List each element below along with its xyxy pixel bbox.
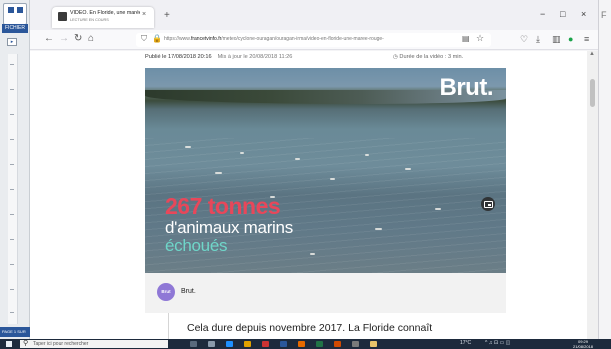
scroll-thumb[interactable] — [590, 79, 595, 107]
tab-active[interactable]: VIDEO. En Floride, une marée LECTURE EN … — [52, 7, 154, 28]
excel-icon[interactable] — [316, 341, 323, 347]
article-paragraph: Cela dure depuis novembre 2017. La Flori… — [187, 322, 433, 334]
dead-fish-mark — [375, 228, 382, 230]
word-icon[interactable] — [280, 341, 287, 347]
brut-logo: Brut. — [439, 74, 494, 101]
tab-playing-label: LECTURE EN COURS — [70, 18, 109, 22]
address-bar[interactable]: ⛉ 🔒 https://www.francetvinfo.fr/meteo/cy… — [136, 33, 491, 47]
extension-icon[interactable]: ● — [568, 33, 573, 45]
tab-close-icon[interactable]: × — [142, 11, 146, 18]
powerpoint-icon[interactable] — [334, 341, 341, 347]
taskbar: ⚲ Taper ici pour rechercher 17°C ^ ♫ ⊡ ▭… — [0, 339, 611, 349]
navigation-pane-icon[interactable]: ▸ — [7, 38, 17, 46]
home-button[interactable]: ⌂ — [88, 33, 94, 45]
video-player[interactable]: Brut. 267 tonnes d'animaux marins échoué… — [145, 68, 506, 273]
dead-fish-mark — [215, 172, 222, 174]
tab-favicon-icon — [58, 12, 67, 21]
publish-date: Publié le 17/08/2018 20:16 Mis à jour le … — [145, 54, 293, 60]
navigation-toolbar: ← → ↻ ⌂ ⛉ 🔒 https://www.francetvinfo.fr/… — [30, 30, 598, 50]
close-window-button[interactable]: × — [581, 9, 586, 19]
library-icon[interactable]: ▥ — [552, 33, 561, 45]
folder-icon[interactable] — [244, 341, 251, 347]
screen: FICHIER ▸ PAGE 1 SUR VIDEO. En Floride, … — [0, 0, 611, 349]
dead-fish-mark — [330, 178, 335, 180]
dead-fish-mark — [185, 146, 191, 148]
dead-fish-mark — [405, 168, 411, 170]
vertical-ruler — [8, 54, 18, 324]
weather-widget[interactable]: 17°C — [460, 340, 471, 346]
page-status: PAGE 1 SUR — [0, 327, 30, 337]
reload-button[interactable]: ↻ — [74, 33, 82, 45]
caption-highlight: échoués — [165, 236, 228, 255]
url-text[interactable]: https://www.francetvinfo.fr/meteo/cyclon… — [164, 36, 454, 42]
video-duration: ◷ Durée de la vidéo : 3 min. — [393, 54, 464, 60]
lock-icon[interactable]: 🔒 — [152, 34, 162, 43]
taskbar-clock[interactable]: 09:29 21/08/2018 — [573, 339, 593, 349]
dead-fish-mark — [295, 158, 300, 160]
caption-line: d'animaux marins — [165, 218, 293, 237]
pocket-icon[interactable]: ♡ — [520, 33, 528, 45]
dead-fish-mark — [435, 208, 441, 210]
app-icon[interactable] — [352, 341, 359, 347]
download-icon[interactable]: ⤓ — [536, 33, 540, 45]
avatar[interactable]: Brut — [157, 283, 175, 301]
windows-start-icon[interactable] — [6, 341, 12, 347]
back-button[interactable]: ← — [44, 33, 54, 45]
tab-bar: VIDEO. En Floride, une marée LECTURE EN … — [30, 0, 598, 30]
dead-fish-mark — [310, 253, 315, 255]
maximize-button[interactable]: □ — [560, 9, 565, 19]
bookmark-star-icon[interactable]: ☆ — [476, 33, 484, 44]
browser-window: VIDEO. En Floride, une marée LECTURE EN … — [30, 0, 598, 339]
source-name[interactable]: Brut. — [181, 288, 196, 295]
tab-title: VIDEO. En Floride, une marée — [70, 10, 140, 16]
store-icon[interactable] — [262, 341, 269, 347]
scroll-up-icon[interactable]: ▲ — [589, 51, 595, 57]
file-tab[interactable]: FICHIER — [2, 24, 28, 33]
picture-in-picture-icon[interactable] — [481, 197, 495, 211]
task-view-icon[interactable] — [190, 341, 197, 347]
forward-button[interactable]: → — [59, 33, 69, 45]
scrollbar[interactable]: ▲ — [587, 51, 598, 339]
update-date: Mis à jour le 20/08/2018 11:26 — [217, 54, 293, 60]
dead-fish-mark — [240, 152, 244, 154]
reader-view-icon[interactable]: ▤ — [462, 34, 470, 43]
format-icon[interactable]: F — [601, 10, 607, 20]
file-explorer-icon[interactable] — [208, 341, 215, 347]
search-placeholder: Taper ici pour rechercher — [33, 341, 89, 347]
edge-icon[interactable] — [226, 341, 233, 347]
dead-fish-mark — [365, 154, 369, 156]
right-app-strip: F — [598, 0, 611, 339]
clock-date: 21/08/2018 — [573, 344, 594, 349]
taskbar-search[interactable]: ⚲ Taper ici pour rechercher — [20, 340, 168, 348]
word-app-strip: FICHIER ▸ PAGE 1 SUR — [0, 0, 30, 339]
quote-divider — [168, 313, 169, 339]
video-source-bar: Brut Brut. — [145, 273, 506, 313]
search-icon: ⚲ — [23, 340, 29, 347]
app-icon[interactable] — [370, 341, 377, 347]
word-app-icon[interactable] — [3, 3, 27, 25]
page-content: Publié le 17/08/2018 20:16 Mis à jour le … — [30, 51, 598, 339]
new-tab-button[interactable]: + — [164, 10, 170, 21]
menu-icon[interactable]: ≡ — [584, 33, 589, 45]
tracking-shield-icon[interactable]: ⛉ — [141, 34, 147, 44]
tray-icons[interactable]: ^ ♫ ⊡ ▭ ◫ — [485, 340, 510, 346]
firefox-icon[interactable] — [298, 341, 305, 347]
caption-figure: 267 tonnes — [165, 193, 281, 219]
minimize-button[interactable]: − — [540, 9, 545, 19]
